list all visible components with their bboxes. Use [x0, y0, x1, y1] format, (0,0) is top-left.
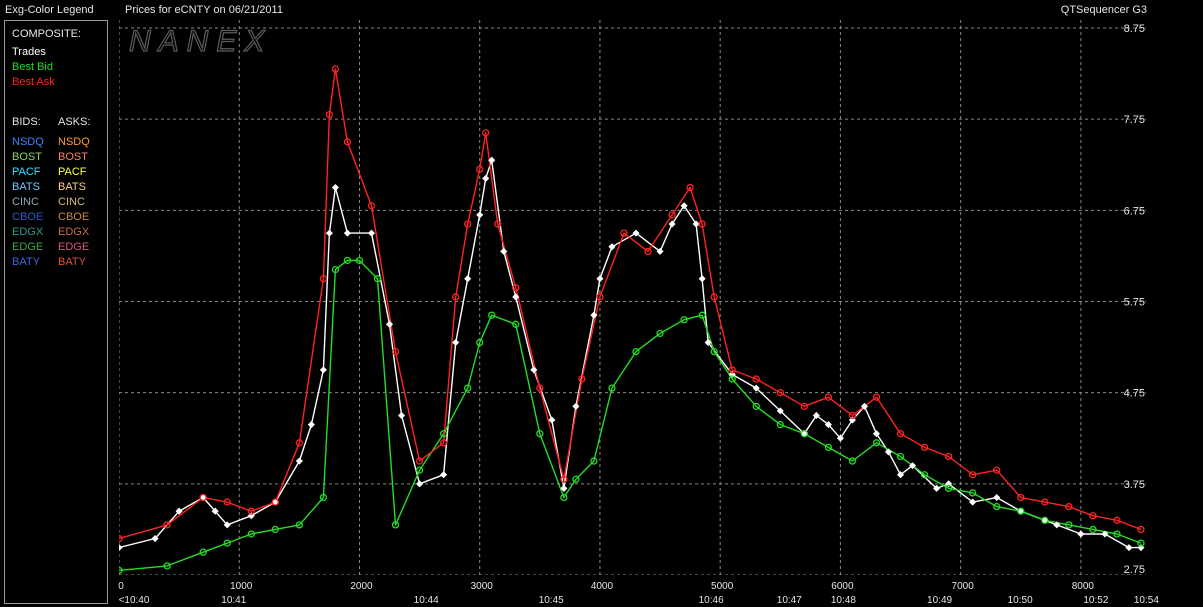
legend-bid-cboe: CBOE: [12, 211, 44, 223]
price-chart-svg: NANEX 8.75 7.75 6.75 5.75 4.75 3.75 2.75: [115, 20, 1146, 576]
x-tick-label: 5000: [711, 581, 734, 592]
time-label: 10:44: [414, 595, 439, 606]
y-tick-label: 3.75: [1124, 479, 1145, 491]
time-label: 10:54: [1134, 595, 1159, 606]
legend-bid-bats: BATS: [12, 181, 40, 193]
time-label: 10:46: [699, 595, 724, 606]
x-tick-label: 8000: [1072, 581, 1095, 592]
nanex-watermark: NANEX: [129, 25, 272, 58]
y-tick-label: 2.75: [1124, 564, 1145, 575]
y-tick-label: 5.75: [1124, 297, 1145, 309]
legend-title: Exg-Color Legend: [5, 4, 94, 16]
exchange-color-legend: COMPOSITE: Trades Best Bid Best Ask BIDS…: [4, 20, 108, 604]
x-tick-label: 4000: [591, 581, 614, 592]
time-label: 10:47: [777, 595, 802, 606]
y-tick-label: 6.75: [1124, 205, 1145, 217]
legend-bid-pacf: PACF: [12, 166, 41, 178]
chart-title: Prices for eCNTY on 06/21/2011: [125, 4, 283, 16]
legend-bid-edgx: EDGX: [12, 226, 44, 238]
app-name: QTSequencer G3: [1060, 4, 1147, 16]
composite-label: COMPOSITE:: [12, 28, 82, 40]
time-label: 10:49: [927, 595, 952, 606]
title-bar: Exg-Color Legend Prices for eCNTY on 06/…: [0, 0, 1203, 20]
x-axis-labels: 0 1000 2000 3000 4000 5000 6000 7000 8000 <10:40 1…: [118, 581, 1159, 606]
legend-ask-pacf: PACF: [58, 166, 87, 178]
x-axis-strip: 0 1000 2000 3000 4000 5000 6000 7000 8000 <10:40 1…: [118, 581, 1159, 606]
legend-ask-bats: BATS: [58, 181, 86, 193]
bids-label: BIDS:: [12, 116, 41, 128]
x-tick-label: 2000: [350, 581, 373, 592]
time-label: 10:52: [1083, 595, 1108, 606]
x-tick-label: 3000: [471, 581, 494, 592]
legend-bid-nsdq: NSDQ: [12, 136, 44, 148]
x-tick-label: 1000: [230, 581, 253, 592]
x-tick-label: 0: [118, 581, 124, 592]
x-tick-label: 7000: [952, 581, 975, 592]
price-chart: NANEX 8.75 7.75 6.75 5.75 4.75 3.75 2.75: [115, 20, 1146, 576]
plot-background: [119, 20, 1146, 575]
legend-ask-nsdq: NSDQ: [58, 136, 90, 148]
time-label: 10:48: [831, 595, 856, 606]
legend-ask-edgx: EDGX: [58, 226, 90, 238]
legend-ask-bost: BOST: [58, 151, 88, 163]
legend-ask-cinc: CINC: [58, 196, 85, 208]
y-tick-label: 7.75: [1124, 114, 1145, 126]
legend-best-bid: Best Bid: [12, 61, 53, 73]
time-label: 10:45: [539, 595, 564, 606]
legend-bid-baty: BATY: [12, 256, 40, 268]
legend-ask-baty: BATY: [58, 256, 86, 268]
y-tick-label: 4.75: [1124, 388, 1145, 400]
y-tick-label: 8.75: [1124, 23, 1145, 35]
asks-label: ASKS:: [58, 116, 91, 128]
time-label: <10:40: [119, 595, 150, 606]
legend-ask-cboe: CBOE: [58, 211, 90, 223]
legend-best-ask: Best Ask: [12, 76, 55, 88]
x-tick-label: 6000: [831, 581, 854, 592]
time-label: 10:41: [221, 595, 246, 606]
legend-ask-edge: EDGE: [58, 241, 90, 253]
legend-bid-edge: EDGE: [12, 241, 44, 253]
legend-bid-bost: BOST: [12, 151, 42, 163]
legend-bid-cinc: CINC: [12, 196, 39, 208]
legend-trades: Trades: [12, 46, 46, 58]
time-label: 10:50: [1008, 595, 1033, 606]
